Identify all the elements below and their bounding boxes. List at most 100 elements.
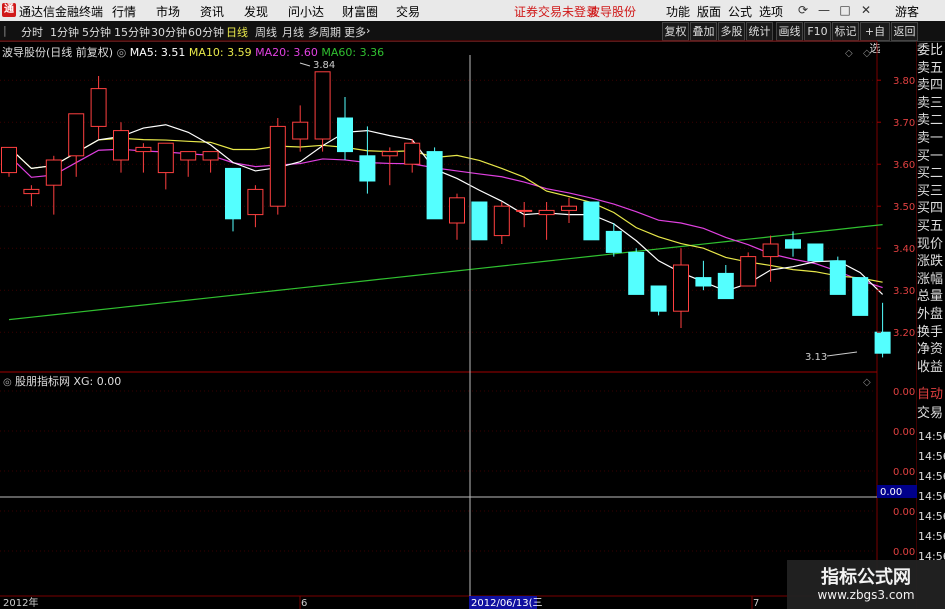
- candle-body: [225, 167, 241, 220]
- y-tick-label: 3.20: [893, 328, 915, 339]
- side-label: 买四: [917, 201, 944, 217]
- candle-body: [337, 117, 353, 153]
- side-label: 买二: [917, 166, 944, 182]
- side-label: 涨幅: [917, 271, 944, 287]
- side-label: 现价: [917, 236, 944, 252]
- sub-tick-label: 0.00: [893, 427, 915, 438]
- side-label: 换手: [917, 324, 944, 340]
- side-label: 委比: [917, 43, 944, 58]
- candle-body: [538, 209, 555, 216]
- candle-body: [516, 209, 533, 212]
- tick-time: 14:56: [918, 470, 945, 483]
- candle-body: [113, 130, 129, 161]
- settings-diamond-icon[interactable]: ◇: [863, 48, 871, 59]
- candle-body: [874, 331, 891, 354]
- side-label: 卖一: [917, 131, 944, 146]
- candle-body: [561, 205, 577, 211]
- side-label: 卖五: [917, 60, 944, 76]
- trade-label[interactable]: 交易: [917, 403, 945, 424]
- candle-body: [605, 230, 622, 253]
- tick-time: 14:56: [918, 510, 945, 523]
- low-price-label: 3.13: [805, 352, 827, 363]
- candle-body: [404, 142, 421, 165]
- candle-body: [314, 71, 331, 140]
- y-tick-label: 3.70: [893, 118, 915, 129]
- kline-chart[interactable]: 3.80 3.70 3.60 3.50 3.40 3.30 3.20 3.84 3.13 ◇…: [0, 0, 917, 609]
- sub-indicator-label: 股朋指标网 XG: 0.00: [15, 374, 121, 388]
- x-label-month7: 7: [753, 598, 759, 609]
- side-label: 涨跌: [917, 254, 944, 270]
- y-tick-label: 3.80: [893, 76, 915, 87]
- side-label: 买五: [917, 219, 944, 234]
- high-marker-arrow: [299, 62, 311, 67]
- candle-body: [628, 251, 645, 295]
- side-label: 净资: [917, 342, 944, 358]
- x-label-month6: 6: [301, 598, 307, 609]
- tick-time: 14:56: [918, 430, 945, 443]
- auto-trade-toggle[interactable]: 自动: [917, 384, 945, 405]
- candle-body: [807, 243, 824, 262]
- sub-tick-label: 0.00: [893, 467, 915, 478]
- side-label: 买三: [917, 183, 944, 199]
- x-label-year: 2012年: [3, 596, 38, 609]
- candle-body: [762, 243, 779, 258]
- candle-body: [785, 239, 801, 249]
- candle-body: [583, 201, 600, 241]
- candle-body: [247, 188, 264, 216]
- candle-body: [23, 188, 40, 195]
- tick-time: 14:56: [918, 450, 945, 463]
- candle-body: [493, 205, 510, 237]
- candle-body: [426, 151, 443, 220]
- watermark-title: 指标公式网: [821, 567, 911, 588]
- y-tick-label: 3.60: [893, 160, 915, 171]
- sub-panel-diamond-icon[interactable]: ◇: [863, 377, 871, 388]
- sub-axis: 0.00 0.00 0.00 0.00 0.00: [0, 387, 915, 558]
- candle-body: [202, 151, 219, 161]
- sub-tick-label: 0.00: [893, 547, 915, 558]
- candlesticks: [1, 71, 891, 358]
- candle-body: [695, 277, 712, 287]
- sub-tick-label: 0.00: [893, 507, 915, 518]
- tick-time: 14:56: [918, 490, 945, 503]
- candle-body: [269, 125, 286, 207]
- tick-time: 14:56: [918, 530, 945, 543]
- side-label: 卖四: [917, 78, 944, 94]
- expand-icon[interactable]: ◇: [845, 48, 853, 59]
- candle-body: [90, 88, 107, 127]
- watermark-url: www.zbgs3.com: [817, 588, 915, 602]
- side-label: 外盘: [917, 307, 944, 322]
- side-label: 卖二: [917, 113, 944, 129]
- candle-body: [449, 197, 465, 224]
- side-label: 卖三: [917, 95, 944, 111]
- side-label: 买一: [917, 148, 944, 164]
- side-label: 收益: [917, 359, 944, 375]
- high-price-label: 3.84: [313, 60, 335, 71]
- candle-body: [68, 113, 85, 157]
- candle-body: [650, 285, 667, 312]
- candle-body: [45, 159, 62, 186]
- sub-tick-label: 0.00: [893, 387, 915, 398]
- price-axis: 3.80 3.70 3.60 3.50 3.40 3.30 3.20: [877, 76, 915, 339]
- y-tick-label: 3.30: [893, 286, 915, 297]
- candle-body: [740, 256, 757, 287]
- candle-body: [717, 272, 734, 300]
- low-marker-arrow: [826, 351, 858, 357]
- candle-body: [381, 151, 398, 157]
- candle-body: [852, 277, 869, 316]
- watermark: 指标公式网 www.zbgs3.com: [787, 560, 945, 609]
- current-sub-value: 0.00: [880, 487, 902, 498]
- candle-body: [180, 151, 197, 161]
- candle-body: [135, 146, 152, 153]
- candle-body: [292, 121, 309, 140]
- sub-settings-icon[interactable]: ◎: [3, 377, 12, 388]
- y-tick-label: 3.40: [893, 244, 915, 255]
- candle-body: [471, 201, 488, 241]
- candle-body: [359, 155, 376, 182]
- x-cursor-date: 2012/06/13(三: [471, 598, 543, 609]
- candle-body: [157, 142, 174, 174]
- candle-body: [673, 264, 689, 312]
- candle-body: [1, 146, 17, 174]
- y-tick-label: 3.50: [893, 202, 915, 213]
- candle-body: [829, 260, 846, 295]
- side-label: 总量: [917, 289, 944, 305]
